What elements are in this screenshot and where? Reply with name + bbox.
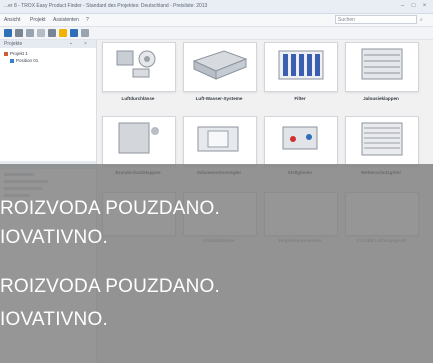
menu-help[interactable]: ? <box>86 14 89 26</box>
damper-icon <box>361 48 403 80</box>
copy-icon[interactable] <box>37 29 45 37</box>
minimize-icon[interactable]: – <box>399 3 406 9</box>
toolbar <box>0 27 433 40</box>
tile-label: Jalousieklappen <box>363 96 399 101</box>
view-icon[interactable] <box>48 29 56 37</box>
actuator-icon <box>282 126 318 150</box>
title-bar: ...er 8 - TROX Easy Product Finder - Sta… <box>0 0 433 14</box>
vav-controller-icon <box>197 126 239 152</box>
product-tile-wetterschutz[interactable] <box>345 116 419 166</box>
menu-ansicht[interactable]: Ansicht <box>4 14 20 26</box>
panel-header: Projekte ▪ × <box>0 40 96 48</box>
slogan-overlay: ROIZVODA POUZDANO. IOVATIVNO. ROIZVODA P… <box>0 164 433 363</box>
product-tile-luftdurchlaesse[interactable] <box>102 42 176 92</box>
search-input[interactable]: Suchen <box>335 15 417 24</box>
slogan-line: IOVATIVNO. <box>0 309 108 330</box>
slogan-line: IOVATIVNO. <box>0 227 108 248</box>
filter-icon[interactable] <box>70 29 78 37</box>
list-icon[interactable] <box>81 29 89 37</box>
project-icon <box>4 51 8 56</box>
tree-item-projekt[interactable]: Projekt 1 <box>4 51 28 56</box>
tile-label: Filter <box>294 96 306 101</box>
product-tile-filter[interactable] <box>264 42 338 92</box>
product-tile-jalousieklappen[interactable] <box>345 42 419 92</box>
menu-projekt[interactable]: Projekt <box>30 14 46 26</box>
position-icon <box>10 58 14 63</box>
filter-unit-icon <box>278 50 324 80</box>
highlight-icon[interactable] <box>59 29 67 37</box>
slogan-line: ROIZVODA POUZDANO. <box>0 276 221 297</box>
air-water-unit-icon <box>192 50 248 80</box>
close-icon[interactable]: × <box>421 3 428 9</box>
product-tile-stellglieder[interactable] <box>264 116 338 166</box>
maximize-icon[interactable]: □ <box>410 3 417 9</box>
product-tile-luft-wasser[interactable] <box>183 42 257 92</box>
louvre-icon <box>361 122 403 156</box>
pin-icon[interactable]: ▪ <box>70 40 72 48</box>
menu-bar: Ansicht Projekt Assistenten ? Suchen ⌕ <box>0 14 433 27</box>
tree-item-position[interactable]: Position 01 <box>10 58 38 63</box>
product-tile-brandschutz[interactable] <box>102 116 176 166</box>
diffuser-icon <box>116 50 156 78</box>
panel-title: Projekte <box>4 41 23 47</box>
fire-damper-icon <box>118 122 159 154</box>
slogan-line: ROIZVODA POUZDANO. <box>0 198 221 219</box>
print-icon[interactable] <box>26 29 34 37</box>
open-icon[interactable] <box>15 29 23 37</box>
tile-label: Luftdurchlässe <box>121 96 155 101</box>
menu-assistenten[interactable]: Assistenten <box>53 14 79 26</box>
panel-close-icon[interactable]: × <box>84 40 87 48</box>
product-tile-volumenstrom[interactable] <box>183 116 257 166</box>
tile-label: Luft-Wasser-Systeme <box>195 96 243 101</box>
save-icon[interactable] <box>4 29 12 37</box>
search-icon[interactable]: ⌕ <box>420 14 423 26</box>
window-title: ...er 8 - TROX Easy Product Finder - Sta… <box>4 3 208 9</box>
